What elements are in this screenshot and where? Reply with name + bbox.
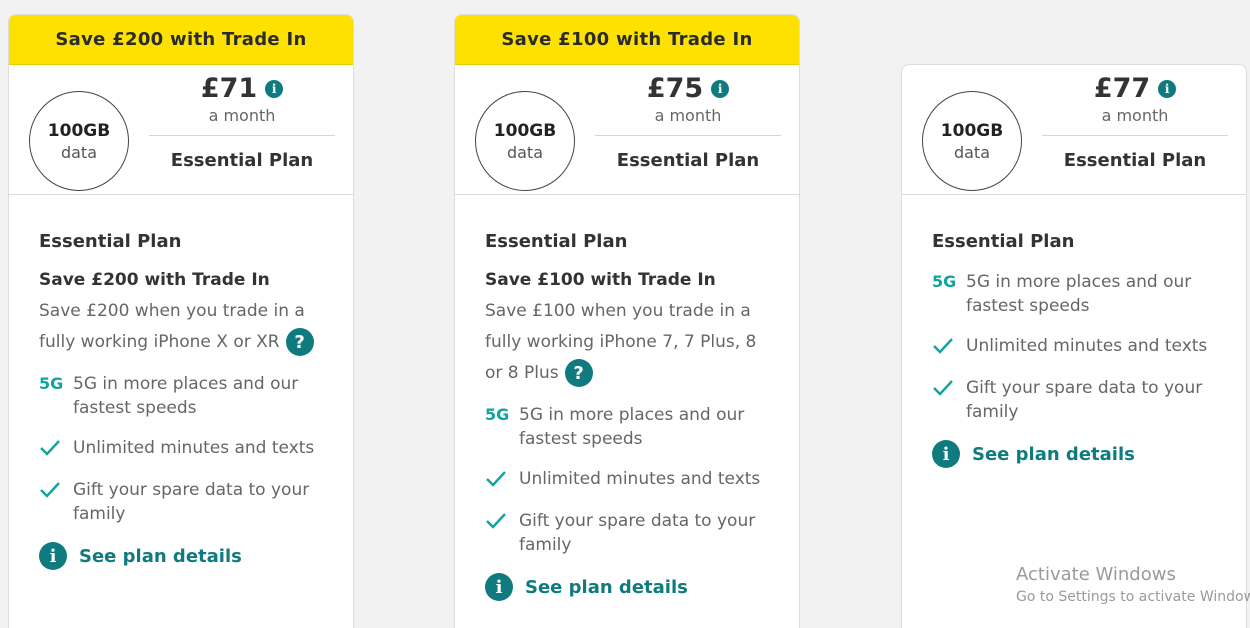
see-plan-details-label[interactable]: See plan details xyxy=(525,577,688,598)
see-plan-details-link[interactable]: i See plan details xyxy=(932,440,1216,468)
plan-name: Essential Plan xyxy=(39,231,182,252)
feature-text: Gift your spare data to your family xyxy=(966,378,1203,422)
price-info-icon[interactable]: i xyxy=(265,79,284,98)
check-icon xyxy=(932,334,966,360)
promo-banner: Save £200 with Trade In xyxy=(9,15,353,65)
feature-minutes: Unlimited minutes and texts xyxy=(39,436,323,462)
5g-icon: 5G xyxy=(485,405,510,424)
plan-details-body: Essential Plan Save £100 with Trade In S… xyxy=(455,195,799,601)
feature-gift: Gift your spare data to your family xyxy=(485,509,769,557)
plan-name: Essential Plan xyxy=(932,231,1075,252)
feature-text: Gift your spare data to your family xyxy=(73,480,310,524)
trade-in-description: Save £100 when you trade in a fully work… xyxy=(485,296,769,389)
feature-text: Gift your spare data to your family xyxy=(519,511,756,555)
plan-summary: 100GB data £71 i a month Essential Plan xyxy=(9,65,353,195)
feature-text: Unlimited minutes and texts xyxy=(519,469,761,489)
feature-minutes: Unlimited minutes and texts xyxy=(932,334,1216,360)
plan-label: Essential Plan xyxy=(616,150,760,171)
feature-gift: Gift your spare data to your family xyxy=(932,376,1216,424)
5g-icon: 5G xyxy=(932,272,957,291)
info-icon: i xyxy=(932,440,960,468)
price-block: £77 i a month Essential Plan xyxy=(1042,73,1228,171)
plan-details-body: Essential Plan Save £200 with Trade In S… xyxy=(9,195,353,570)
plan-summary: 100GB data £77 i a month Essential Plan xyxy=(902,65,1246,195)
monthly-price: £71 xyxy=(200,73,258,104)
data-allowance-badge: 100GB data xyxy=(475,91,575,191)
feature-minutes: Unlimited minutes and texts xyxy=(485,467,769,493)
trade-in-title: Save £100 with Trade In xyxy=(485,270,716,290)
check-icon xyxy=(39,436,73,462)
price-info-icon[interactable]: i xyxy=(1158,79,1177,98)
trade-in-title: Save £200 with Trade In xyxy=(39,270,270,290)
price-info-icon[interactable]: i xyxy=(711,79,730,98)
info-icon: i xyxy=(485,573,513,601)
plan-label: Essential Plan xyxy=(170,150,314,171)
price-period: a month xyxy=(595,106,781,136)
price-period: a month xyxy=(149,106,335,136)
help-icon[interactable]: ? xyxy=(564,359,593,387)
data-allowance-badge: 100GB data xyxy=(922,91,1022,191)
data-label: data xyxy=(506,142,544,162)
watermark-subtitle: Go to Settings to activate Windows. xyxy=(1016,589,1250,605)
plan-summary: 100GB data £75 i a month Essential Plan xyxy=(455,65,799,195)
feature-text: 5G in more places and our fastest speeds xyxy=(966,272,1192,316)
feature-5g: 5G 5G in more places and our fastest spe… xyxy=(39,372,323,420)
windows-activation-watermark: Activate Windows Go to Settings to activ… xyxy=(1016,564,1250,605)
check-icon xyxy=(485,509,519,535)
trade-in-text: Save £200 when you trade in a fully work… xyxy=(39,301,305,352)
price-block: £75 i a month Essential Plan xyxy=(595,73,781,171)
trade-in-description: Save £200 when you trade in a fully work… xyxy=(39,296,323,358)
info-icon: i xyxy=(39,542,67,570)
check-icon xyxy=(932,376,966,402)
monthly-price: £77 xyxy=(1093,73,1151,104)
plan-label: Essential Plan xyxy=(1063,150,1207,171)
see-plan-details-label[interactable]: See plan details xyxy=(972,444,1135,465)
feature-gift: Gift your spare data to your family xyxy=(39,478,323,526)
plan-card-1: Save £200 with Trade In 100GB data £71 i… xyxy=(8,14,354,628)
plan-card-3: 100GB data £77 i a month Essential Plan … xyxy=(901,64,1247,628)
plan-details-body: Essential Plan 5G 5G in more places and … xyxy=(902,195,1246,468)
price-period: a month xyxy=(1042,106,1228,136)
data-amount: 100GB xyxy=(493,120,557,141)
feature-text: 5G in more places and our fastest speeds xyxy=(73,374,299,418)
data-amount: 100GB xyxy=(47,120,111,141)
check-icon xyxy=(39,478,73,504)
see-plan-details-label[interactable]: See plan details xyxy=(79,546,242,567)
feature-5g: 5G 5G in more places and our fastest spe… xyxy=(932,270,1216,318)
help-icon[interactable]: ? xyxy=(285,328,314,356)
data-label: data xyxy=(60,142,98,162)
see-plan-details-link[interactable]: i See plan details xyxy=(485,573,769,601)
data-amount: 100GB xyxy=(940,120,1004,141)
data-label: data xyxy=(953,142,991,162)
data-allowance-badge: 100GB data xyxy=(29,91,129,191)
plan-name: Essential Plan xyxy=(485,231,628,252)
feature-text: Unlimited minutes and texts xyxy=(966,336,1208,356)
promo-banner: Save £100 with Trade In xyxy=(455,15,799,65)
price-block: £71 i a month Essential Plan xyxy=(149,73,335,171)
see-plan-details-link[interactable]: i See plan details xyxy=(39,542,323,570)
feature-text: 5G in more places and our fastest speeds xyxy=(519,405,745,449)
plan-card-2: Save £100 with Trade In 100GB data £75 i… xyxy=(454,14,800,628)
feature-5g: 5G 5G in more places and our fastest spe… xyxy=(485,403,769,451)
watermark-title: Activate Windows xyxy=(1016,564,1176,585)
feature-text: Unlimited minutes and texts xyxy=(73,438,315,458)
monthly-price: £75 xyxy=(646,73,704,104)
5g-icon: 5G xyxy=(39,374,64,393)
check-icon xyxy=(485,467,519,493)
trade-in-text: Save £100 when you trade in a fully work… xyxy=(485,301,757,383)
